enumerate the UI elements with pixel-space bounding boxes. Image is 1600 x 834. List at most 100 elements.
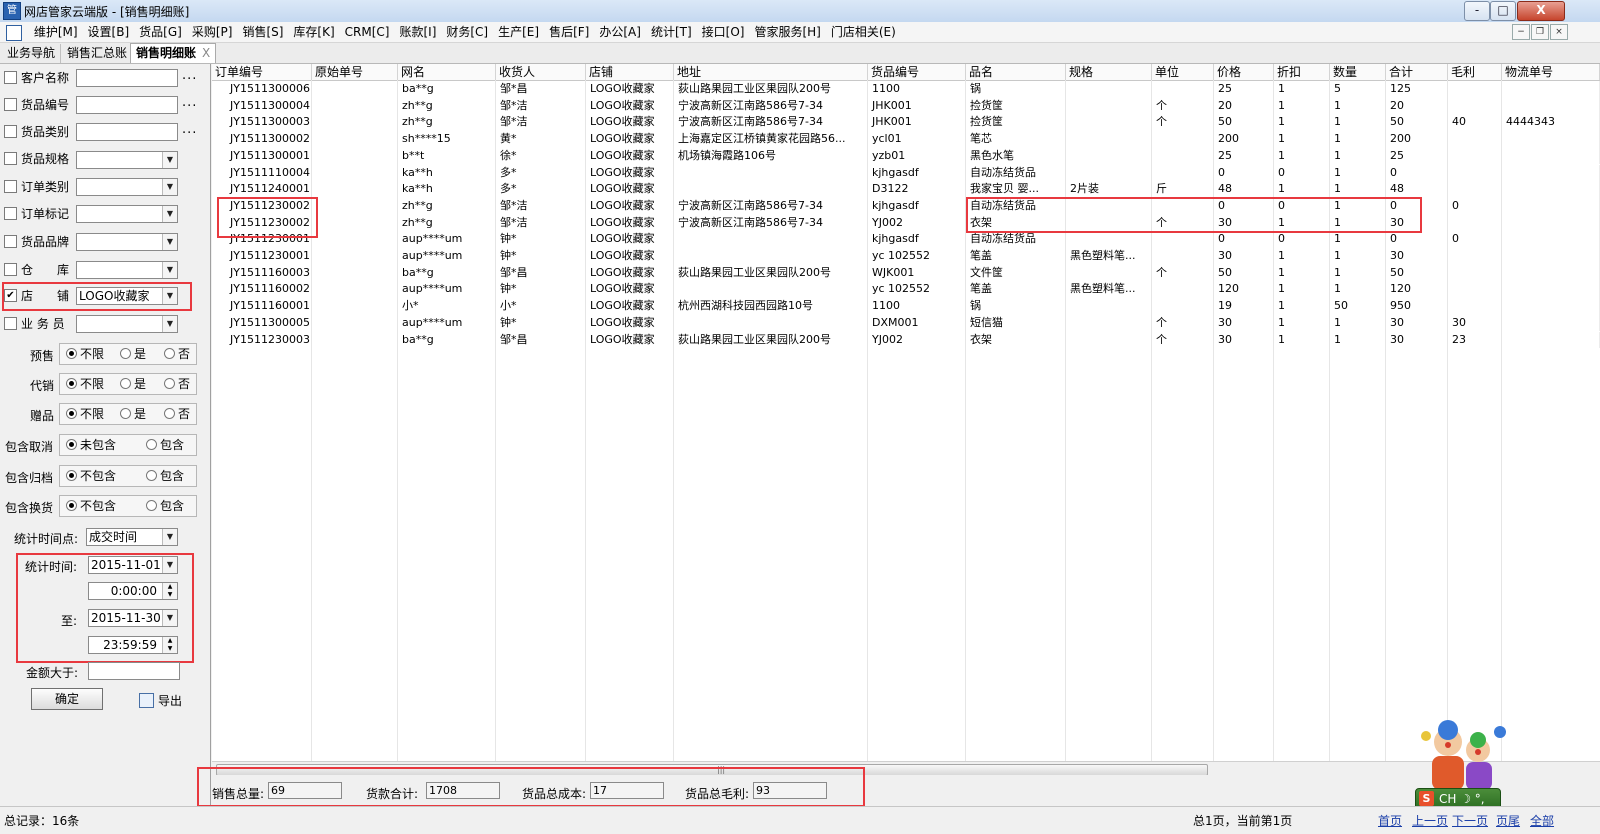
include-return-option-yes[interactable]: 包含 — [146, 466, 184, 486]
prev-page-link[interactable]: 上一页 — [1412, 812, 1448, 829]
include-exchange-option-no[interactable]: 不包含 — [66, 496, 116, 516]
amount-gt-input[interactable] — [88, 662, 180, 680]
first-page-link[interactable]: 首页 — [1378, 812, 1402, 829]
order-type-checkbox[interactable] — [4, 180, 17, 193]
customer-input[interactable] — [76, 69, 178, 87]
column-header[interactable]: 网名 — [398, 64, 496, 80]
time-from-date-picker[interactable]: 2015-11-01 ▼ — [88, 556, 178, 574]
presale-option-any[interactable]: 不限 — [66, 344, 104, 364]
product-spec-checkbox[interactable] — [4, 152, 17, 165]
product-code-browse-button[interactable]: ... — [182, 95, 197, 110]
column-header[interactable]: 价格 — [1214, 64, 1274, 80]
time-to-time-spinner[interactable]: 23:59:59 ▲ ▼ — [88, 636, 178, 654]
include-cancel-option-yes[interactable]: 包含 — [146, 435, 184, 455]
menu-item[interactable]: 账款[I] — [394, 22, 441, 42]
column-header[interactable]: 订单编号 — [212, 64, 312, 80]
warehouse-select[interactable]: ▼ — [76, 261, 178, 279]
minimize-button[interactable]: - — [1464, 1, 1490, 21]
menu-item[interactable]: 统计[T] — [646, 22, 697, 42]
shop-checkbox[interactable]: ✔ — [4, 289, 17, 302]
table-row[interactable]: JY1511230001 aup****um 钟* LOGO收藏家 yc 102552 笔… — [212, 248, 1600, 265]
presale-option-no[interactable]: 否 — [164, 344, 190, 364]
include-return-option-no[interactable]: 不包含 — [66, 466, 116, 486]
all-pages-link[interactable]: 全部 — [1530, 812, 1554, 829]
mdi-restore-button[interactable]: ❐ — [1531, 24, 1549, 40]
table-row[interactable]: JY1511160003 ba**g 邹*昌 LOGO收藏家 荻山路果园工业区果园队20… — [212, 264, 1600, 282]
tab-business-nav[interactable]: 业务导航 — [2, 44, 62, 63]
presale-option-yes[interactable]: 是 — [120, 344, 146, 364]
table-row[interactable]: JY1511300001 b**t 徐* LOGO收藏家 机场镇海霞路106号 yzb01… — [212, 147, 1600, 165]
table-row[interactable]: JY1511300005 aup****um 钟* LOGO收藏家 DXM001 短信猫 个… — [212, 314, 1600, 332]
column-header[interactable]: 原始单号 — [312, 64, 398, 80]
order-mark-select[interactable]: ▼ — [76, 205, 178, 223]
menu-item[interactable]: 管家服务[H] — [749, 22, 825, 42]
column-header[interactable]: 收货人 — [496, 64, 586, 80]
column-header[interactable]: 数量 — [1330, 64, 1386, 80]
column-header[interactable]: 折扣 — [1274, 64, 1330, 80]
product-code-checkbox[interactable] — [4, 98, 17, 111]
menu-item[interactable]: 生产[E] — [493, 22, 544, 42]
menu-item[interactable]: 门店相关(E) — [826, 22, 901, 42]
table-row[interactable]: JY1511240001 ka**h 多* LOGO收藏家 D3122 我家宝贝 婴...… — [212, 181, 1600, 198]
next-page-link[interactable]: 下一页 — [1452, 812, 1488, 829]
column-header[interactable]: 货品编号 — [868, 64, 966, 80]
tab-sales-summary[interactable]: 销售汇总账 — [62, 44, 134, 63]
table-row[interactable]: JY1511230002 zh**g 邹*洁 LOGO收藏家 宁波高新区江南路586号7… — [212, 214, 1600, 232]
order-mark-checkbox[interactable] — [4, 207, 17, 220]
table-row[interactable]: JY1511160002 aup****um 钟* LOGO收藏家 yc 102552 笔… — [212, 281, 1600, 299]
include-cancel-option-no[interactable]: 未包含 — [66, 435, 116, 455]
maximize-button[interactable]: □ — [1490, 1, 1516, 21]
horizontal-scrollbar[interactable]: ||| — [212, 761, 1600, 776]
product-category-input[interactable] — [76, 123, 178, 141]
table-row[interactable]: JY1511300002 sh****15 黄* LOGO收藏家 上海嘉定区江桥镇黄家花… — [212, 131, 1600, 148]
column-header[interactable]: 合计 — [1386, 64, 1448, 80]
table-row[interactable]: JY1511160001 小* 小* LOGO收藏家 杭州西湖科技园西园路10号 1100… — [212, 298, 1600, 315]
menu-item[interactable]: 售后[F] — [544, 22, 594, 42]
salesperson-select[interactable]: ▼ — [76, 315, 178, 333]
menu-item[interactable]: 采购[P] — [187, 22, 238, 42]
table-row[interactable]: JY1511230002 zh**g 邹*洁 LOGO收藏家 宁波高新区江南路586号7… — [212, 197, 1600, 215]
tab-close-icon[interactable]: X — [202, 46, 210, 60]
table-row[interactable]: JY1511230001 aup****um 钟* LOGO收藏家 kjhgasdf 自动… — [212, 231, 1600, 248]
gift-option-no[interactable]: 否 — [164, 404, 190, 424]
brand-select[interactable]: ▼ — [76, 233, 178, 251]
product-spec-select[interactable]: ▼ — [76, 151, 178, 169]
menu-item[interactable]: 销售[S] — [237, 22, 288, 42]
confirm-button[interactable]: 确定 — [31, 688, 103, 710]
column-header[interactable]: 物流单号 — [1502, 64, 1600, 80]
include-exchange-option-yes[interactable]: 包含 — [146, 496, 184, 516]
product-category-browse-button[interactable]: ... — [182, 122, 197, 137]
time-basis-select[interactable]: 成交时间 ▼ — [86, 528, 178, 546]
product-category-checkbox[interactable] — [4, 125, 17, 138]
table-row[interactable]: JY1511300004 zh**g 邹*洁 LOGO收藏家 宁波高新区江南路586号7… — [212, 97, 1600, 115]
consignment-option-any[interactable]: 不限 — [66, 374, 104, 394]
table-row[interactable]: JY1511300006 ba**g 邹*昌 LOGO收藏家 荻山路果园工业区果园队20… — [212, 81, 1600, 98]
column-header[interactable]: 规格 — [1066, 64, 1152, 80]
mdi-close-button[interactable]: × — [1550, 24, 1568, 40]
last-page-link[interactable]: 页尾 — [1496, 812, 1520, 829]
mdi-minimize-button[interactable]: − — [1512, 24, 1530, 40]
column-header[interactable]: 毛利 — [1448, 64, 1502, 80]
consignment-option-yes[interactable]: 是 — [120, 374, 146, 394]
table-row[interactable]: JY1511110004 ka**h 多* LOGO收藏家 kjhgasdf 自动冻结货品… — [212, 164, 1600, 182]
menu-item[interactable]: CRM[C] — [340, 22, 395, 42]
tab-sales-detail[interactable]: 销售明细账 X — [130, 43, 217, 63]
time-to-date-picker[interactable]: 2015-11-30 ▼ — [88, 609, 178, 627]
column-header[interactable]: 单位 — [1152, 64, 1214, 80]
menu-item[interactable]: 货品[G] — [134, 22, 187, 42]
shop-select[interactable]: LOGO收藏家 ▼ — [76, 287, 178, 305]
table-row[interactable]: JY1511300003 zh**g 邹*洁 LOGO收藏家 宁波高新区江南路586号7… — [212, 114, 1600, 132]
order-type-select[interactable]: ▼ — [76, 178, 178, 196]
menu-item[interactable]: 财务[C] — [441, 22, 493, 42]
warehouse-checkbox[interactable] — [4, 263, 17, 276]
menu-item[interactable]: 设置[B] — [83, 22, 135, 42]
consignment-option-no[interactable]: 否 — [164, 374, 190, 394]
menu-item[interactable]: 维护[M] — [29, 22, 83, 42]
menu-item[interactable]: 库存[K] — [288, 22, 339, 42]
time-from-time-spinner[interactable]: 0:00:00 ▲ ▼ — [88, 582, 178, 600]
export-button[interactable]: 导出 — [139, 692, 182, 709]
gift-option-any[interactable]: 不限 — [66, 404, 104, 424]
sales-detail-table[interactable]: 订单编号 原始单号 网名 收货人 店铺 地址 货品编号 品名 规格 单位 价格 折扣 数量 合计 毛利 物流单… — [212, 64, 1600, 761]
salesperson-checkbox[interactable] — [4, 317, 17, 330]
customer-checkbox[interactable] — [4, 71, 17, 84]
